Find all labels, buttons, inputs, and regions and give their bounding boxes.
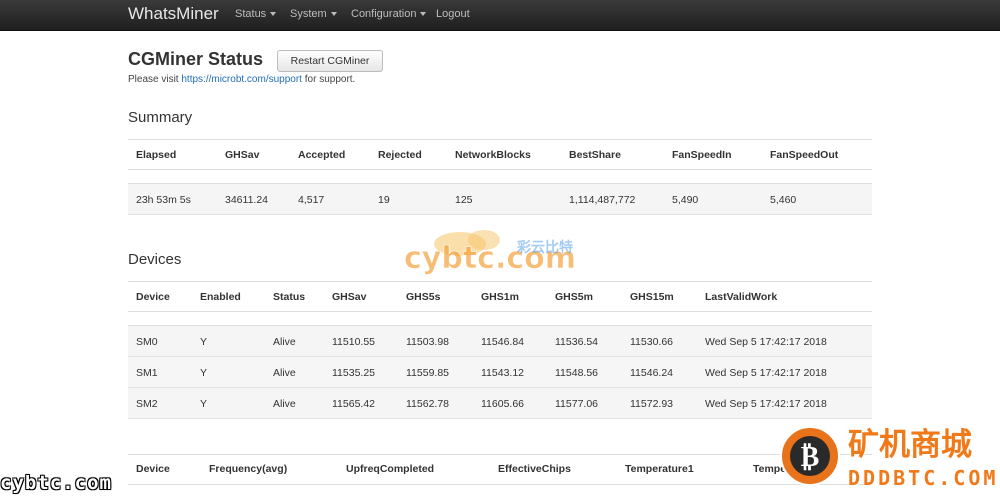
details-col-frequency: Frequency(avg) (209, 463, 288, 475)
devices-title: Devices (128, 251, 182, 268)
device-status: Alive (273, 398, 296, 410)
devices-col-device: Device (136, 291, 170, 303)
support-suffix: for support. (301, 74, 356, 85)
summary-rejected-value: 19 (378, 194, 390, 206)
support-line: Please visit https://microbt.com/support… (128, 74, 355, 86)
support-prefix: Please visit (128, 74, 182, 85)
devices-col-ghs5s: GHS5s (406, 291, 441, 303)
summary-ghsav-value: 34611.24 (225, 194, 269, 206)
summary-title: Summary (128, 109, 193, 126)
device-ghs5s: 11503.98 (406, 336, 450, 348)
nav-configuration[interactable]: Configuration (351, 8, 427, 20)
device-ghs1m: 11546.84 (481, 336, 525, 348)
table-row: SM0 Y Alive 11510.55 11503.98 11546.84 1… (128, 326, 872, 357)
summary-fanspeedout-value: 5,460 (770, 194, 797, 206)
devices-table: Device Enabled Status GHSav GHS5s GHS1m … (128, 281, 872, 419)
devices-col-enabled: Enabled (200, 291, 241, 303)
caret-down-icon (270, 12, 277, 17)
device-ghs5s: 11559.85 (406, 367, 450, 379)
restart-cgminer-button[interactable]: Restart CGMiner (277, 50, 383, 72)
details-col-upfreqcompleted: UpfreqCompleted (346, 463, 435, 475)
page-title: CGMiner Status (128, 49, 264, 69)
device-lastvalidwork: Wed Sep 5 17:42:17 2018 (705, 398, 827, 410)
details-col-device: Device (136, 463, 170, 475)
devices-header-row: Device Enabled Status GHSav GHS5s GHS1m … (128, 281, 872, 312)
table-row: SM1 Y Alive 11535.25 11559.85 11543.12 1… (128, 357, 872, 388)
bitcoin-logo-icon: ₿ (780, 426, 840, 486)
device-ghsav: 11565.42 (332, 398, 376, 410)
device-ghs5s: 11562.78 (406, 398, 450, 410)
device-lastvalidwork: Wed Sep 5 17:42:17 2018 (705, 336, 827, 348)
summary-table: Elapsed GHSav Accepted Rejected NetworkB… (128, 139, 872, 215)
nav-system[interactable]: System (290, 8, 337, 20)
devices-col-ghs15m: GHS15m (630, 291, 674, 303)
device-enabled: Y (200, 367, 208, 379)
devices-col-ghs1m: GHS1m (481, 291, 519, 303)
device-status: Alive (273, 367, 296, 379)
nav-status[interactable]: Status (235, 8, 277, 20)
devices-col-status: Status (273, 291, 306, 303)
summary-bestshare-value: 1,114,487,772 (569, 194, 636, 206)
details-col-temperature1: Temperature1 (625, 463, 694, 475)
devices-spacer-row (128, 311, 872, 326)
summary-col-bestshare: BestShare (569, 149, 621, 161)
details-col-effectivechips: EffectiveChips (498, 463, 571, 475)
device-ghs15m: 11530.66 (630, 336, 674, 348)
device-ghs15m: 11572.93 (630, 398, 674, 410)
brand-logo[interactable]: WhatsMiner (128, 4, 219, 24)
summary-col-fanspeedin: FanSpeedIn (672, 149, 732, 161)
caret-down-icon (330, 12, 337, 17)
device-status: Alive (273, 336, 296, 348)
shop-watermark-en: DDDBTC.COM (848, 466, 999, 490)
caret-down-icon (420, 12, 427, 17)
device-name: SM2 (136, 398, 158, 410)
device-name: SM0 (136, 336, 158, 348)
summary-elapsed-value: 23h 53m 5s (136, 194, 191, 206)
summary-networkblocks-value: 125 (455, 194, 473, 206)
top-navbar: WhatsMiner Status System Configuration L… (0, 0, 1000, 31)
nav-logout[interactable]: Logout (436, 8, 470, 20)
details-table: Device Frequency(avg) UpfreqCompleted Ef… (128, 454, 872, 498)
device-ghsav: 11510.55 (332, 336, 376, 348)
device-ghs1m: 11543.12 (481, 367, 525, 379)
shop-watermark-cn: 矿机商城 (848, 427, 972, 463)
summary-col-elapsed: Elapsed (136, 149, 177, 161)
summary-col-fanspeedout: FanSpeedOut (770, 149, 839, 161)
summary-spacer-row (128, 169, 872, 184)
device-ghs5m: 11536.54 (555, 336, 599, 348)
summary-col-accepted: Accepted (298, 149, 346, 161)
devices-col-ghs5m: GHS5m (555, 291, 593, 303)
devices-col-lastvalidwork: LastValidWork (705, 291, 778, 303)
cybtc-footer-watermark: cybtc.com (0, 472, 112, 494)
summary-col-rejected: Rejected (378, 149, 422, 161)
device-enabled: Y (200, 336, 208, 348)
summary-col-networkblocks: NetworkBlocks (455, 149, 531, 161)
details-header-row: Device Frequency(avg) UpfreqCompleted Ef… (128, 454, 872, 485)
device-ghs1m: 11605.66 (481, 398, 525, 410)
cybtc-watermark: cybtc.com 彩云比特 (404, 230, 576, 276)
device-name: SM1 (136, 367, 158, 379)
support-link[interactable]: https://microbt.com/support (181, 74, 302, 85)
nav-logout-label: Logout (436, 8, 470, 20)
summary-fanspeedin-value: 5,490 (672, 194, 699, 206)
devices-col-ghsav: GHSav (332, 291, 367, 303)
summary-accepted-value: 4,517 (298, 194, 325, 206)
table-row: 23h 53m 5s 34611.24 4,517 19 125 1,114,4… (128, 184, 872, 215)
summary-col-ghsav: GHSav (225, 149, 260, 161)
device-ghs5m: 11548.56 (555, 367, 599, 379)
nav-configuration-label: Configuration (351, 8, 417, 20)
svg-text:₿: ₿ (801, 440, 820, 473)
cybtc-watermark-cn: 彩云比特 (516, 239, 573, 256)
device-enabled: Y (200, 398, 208, 410)
nav-system-label: System (290, 8, 327, 20)
device-lastvalidwork: Wed Sep 5 17:42:17 2018 (705, 367, 827, 379)
table-row: SM2 Y Alive 11565.42 11562.78 11605.66 1… (128, 388, 872, 419)
device-ghs5m: 11577.06 (555, 398, 599, 410)
summary-header-row: Elapsed GHSav Accepted Rejected NetworkB… (128, 139, 872, 170)
nav-status-label: Status (235, 8, 267, 20)
device-ghs15m: 11546.24 (630, 367, 674, 379)
device-ghsav: 11535.25 (332, 367, 376, 379)
